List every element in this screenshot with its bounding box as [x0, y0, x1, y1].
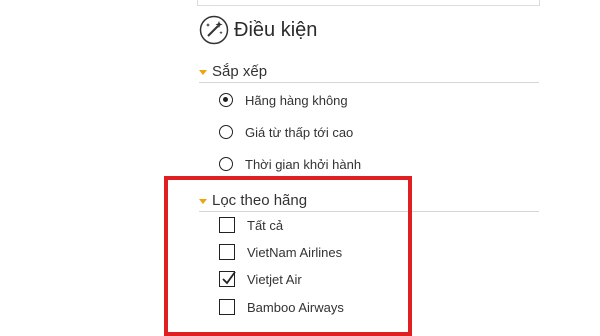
- filter-section-label: Lọc theo hãng: [212, 191, 308, 209]
- filter-option-label: VietNam Airlines: [247, 244, 343, 260]
- filter-section-toggle[interactable]: Lọc theo hãng: [199, 189, 539, 212]
- filter-option-vietjet-air[interactable]: Vietjet Air: [219, 268, 302, 290]
- filter-option-label: Vietjet Air: [247, 271, 302, 287]
- filter-option-bamboo-airways[interactable]: Bamboo Airways: [219, 296, 344, 318]
- sort-option-airline[interactable]: Hãng hàng không: [219, 89, 348, 111]
- caret-down-icon: [199, 69, 207, 75]
- filter-option-vietnam-airlines[interactable]: VietNam Airlines: [219, 241, 342, 263]
- sort-option-price[interactable]: Giá từ thấp tới cao: [219, 121, 353, 143]
- filter-option-label: Tất cả: [247, 217, 284, 233]
- sort-option-label: Hãng hàng không: [245, 92, 348, 108]
- sort-option-departure-time[interactable]: Thời gian khởi hành: [219, 153, 361, 175]
- radio-icon[interactable]: [219, 157, 233, 171]
- checkbox-checked-icon[interactable]: [219, 271, 236, 287]
- conditions-header: Điều kiện: [199, 14, 317, 46]
- conditions-title: Điều kiện: [234, 19, 318, 41]
- magic-wand-icon: [199, 15, 229, 45]
- sort-section-label: Sắp xếp: [212, 62, 268, 80]
- checkbox-icon[interactable]: [219, 244, 235, 260]
- checkmark-icon: [222, 271, 236, 285]
- sort-option-label: Giá từ thấp tới cao: [245, 124, 354, 140]
- checkbox-icon[interactable]: [219, 217, 235, 233]
- sort-section-toggle[interactable]: Sắp xếp: [199, 60, 539, 83]
- radio-icon[interactable]: [219, 125, 233, 139]
- filter-option-all[interactable]: Tất cả: [219, 214, 283, 236]
- checkbox-icon[interactable]: [219, 299, 235, 315]
- caret-down-icon: [199, 198, 207, 204]
- radio-selected-icon[interactable]: [219, 93, 233, 107]
- sort-option-label: Thời gian khởi hành: [245, 156, 362, 172]
- previous-panel-box: [197, 0, 540, 6]
- filter-option-label: Bamboo Airways: [247, 299, 344, 315]
